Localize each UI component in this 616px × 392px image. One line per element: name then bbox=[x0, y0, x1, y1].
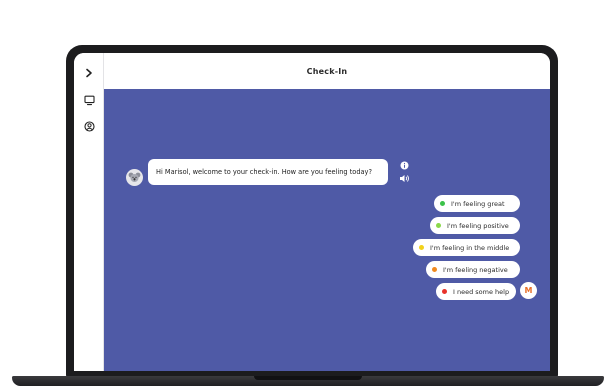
status-dot-green bbox=[440, 201, 445, 206]
speaker-icon[interactable] bbox=[399, 174, 410, 183]
option-feeling-positive[interactable]: I'm feeling positive bbox=[430, 217, 520, 234]
option-label: I'm feeling positive bbox=[447, 221, 509, 230]
user-circle-icon bbox=[83, 120, 95, 132]
status-dot-yellow bbox=[419, 245, 424, 250]
sidebar-item-profile[interactable] bbox=[79, 116, 99, 136]
laptop-mockup: Check-In Hi Marisol, welcome to your che… bbox=[0, 0, 616, 392]
chat-panel: Hi Marisol, welcome to your check-in. Ho… bbox=[104, 89, 550, 371]
option-label: I'm feeling great bbox=[451, 199, 505, 208]
status-dot-lightgreen bbox=[436, 223, 441, 228]
status-dot-orange bbox=[432, 267, 437, 272]
option-feeling-negative[interactable]: I'm feeling negative bbox=[426, 261, 520, 278]
sidebar bbox=[74, 53, 104, 371]
header: Check-In bbox=[104, 53, 550, 89]
sidebar-item-screen[interactable] bbox=[79, 90, 99, 110]
koala-icon bbox=[128, 172, 141, 182]
monitor-icon bbox=[83, 95, 95, 105]
option-label: I'm feeling in the middle bbox=[430, 243, 510, 252]
bot-message-bubble: Hi Marisol, welcome to your check-in. Ho… bbox=[148, 159, 388, 185]
page-title: Check-In bbox=[306, 66, 348, 76]
option-label: I'm feeling negative bbox=[443, 265, 508, 274]
bot-message-text: Hi Marisol, welcome to your check-in. Ho… bbox=[156, 168, 372, 176]
bot-avatar bbox=[126, 169, 143, 186]
option-need-help[interactable]: I need some help bbox=[436, 283, 516, 300]
status-dot-red bbox=[442, 289, 447, 294]
option-feeling-middle[interactable]: I'm feeling in the middle bbox=[413, 239, 520, 256]
info-icon[interactable] bbox=[400, 161, 409, 170]
app-screen: Check-In Hi Marisol, welcome to your che… bbox=[74, 53, 550, 371]
laptop-base-notch bbox=[254, 376, 362, 380]
option-label: I need some help bbox=[453, 287, 510, 296]
user-avatar: M bbox=[520, 282, 537, 299]
chevron-right-icon bbox=[86, 68, 92, 78]
option-feeling-great[interactable]: I'm feeling great bbox=[434, 195, 520, 212]
expand-sidebar-button[interactable] bbox=[79, 63, 99, 83]
